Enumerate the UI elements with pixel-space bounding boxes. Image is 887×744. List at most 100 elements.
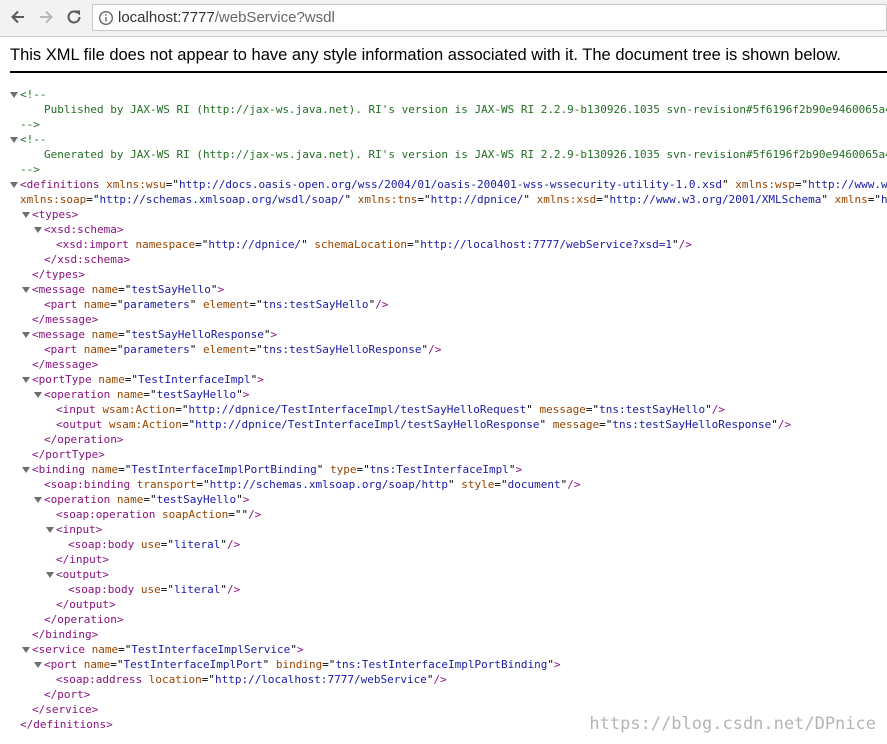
xml-attribute-value: http://localhost:7777/webService (214, 673, 427, 686)
xml-attribute-name: type (330, 463, 357, 476)
xml-punctuation (110, 388, 117, 401)
collapse-arrow-icon[interactable] (34, 227, 42, 233)
xml-line-content: <operation name="testSayHello"> (44, 387, 249, 402)
xml-comment: <!-- (20, 133, 47, 146)
xml-tag: <service (32, 643, 85, 656)
xml-tag: /> (567, 478, 581, 491)
xml-line: <operation name="testSayHello"> (0, 387, 887, 402)
xml-punctuation (134, 583, 141, 596)
xml-attribute-name: xmlns:xsd (536, 193, 597, 206)
collapse-arrow-icon[interactable] (34, 662, 42, 668)
xml-line-content: <service name="TestInterfaceImplService"… (32, 642, 304, 657)
collapse-arrow-icon[interactable] (46, 527, 54, 533)
xml-line: </input> (0, 552, 887, 567)
xml-attribute-value: http://dpnice/ (430, 193, 524, 206)
xml-punctuation: =" (417, 193, 431, 206)
xml-line: <types> (0, 207, 887, 222)
xml-attribute-value: parameters (123, 343, 190, 356)
xml-attribute-name: schemaLocation (314, 238, 408, 251)
xml-tag: > (242, 493, 250, 506)
collapse-arrow-icon[interactable] (34, 497, 42, 503)
xml-tag: <output (56, 418, 103, 431)
collapse-arrow-icon[interactable] (46, 572, 54, 578)
xml-line-content: <types> (32, 207, 78, 222)
collapse-arrow-icon[interactable] (22, 467, 30, 473)
xml-punctuation: =" (599, 418, 613, 431)
collapse-arrow-icon[interactable] (10, 92, 18, 98)
xml-tag: <operation (44, 388, 111, 401)
xml-line: <operation name="testSayHello"> (0, 492, 887, 507)
forward-button[interactable] (34, 5, 58, 29)
xml-attribute-value: TestInterfaceImplPortBinding (131, 463, 317, 476)
xml-punctuation: =" (118, 463, 132, 476)
xml-document-tree: <!-- Published by JAX-WS RI (http://jax-w… (0, 87, 887, 732)
xml-punctuation: " (220, 583, 227, 596)
address-bar[interactable]: localhost:7777/webService?wsdl (92, 4, 887, 31)
collapse-arrow-icon[interactable] (22, 332, 30, 338)
xml-line: <part name="parameters" element="tns:tes… (0, 297, 887, 312)
xml-line-content: Published by JAX-WS RI (http://jax-ws.ja… (44, 102, 887, 117)
xml-attribute-value: testSayHello (156, 388, 237, 401)
xml-tag: > (296, 643, 304, 656)
collapse-arrow-icon[interactable] (22, 212, 30, 218)
xml-punctuation (77, 658, 84, 671)
xml-line: <part name="parameters" element="tns:tes… (0, 342, 887, 357)
xml-line-content: <!-- (20, 132, 47, 147)
xml-tag: </types> (32, 268, 85, 281)
xml-line-content: </operation> (44, 432, 123, 447)
xml-tag: <soap:body (68, 538, 135, 551)
collapse-arrow-icon[interactable] (22, 647, 30, 653)
xml-attribute-value: tns:testSayHello (262, 298, 369, 311)
collapse-arrow-icon[interactable] (10, 182, 18, 188)
xml-attribute-name: use (140, 583, 161, 596)
xml-line: <input> (0, 522, 887, 537)
collapse-arrow-icon[interactable] (22, 287, 30, 293)
url-text[interactable]: localhost:7777/webService?wsdl (118, 9, 335, 26)
reload-button[interactable] (62, 5, 86, 29)
xml-punctuation: =" (249, 343, 263, 356)
xml-tag: <soap:operation (56, 508, 156, 521)
xml-attribute-value: TestInterfaceImplService (131, 643, 291, 656)
xml-line: <input wsam:Action="http://dpnice/TestIn… (0, 402, 887, 417)
back-button[interactable] (6, 5, 30, 29)
xml-tag: </output> (56, 598, 116, 611)
xml-comment: Generated by JAX-WS RI (http://jax-ws.ja… (44, 148, 887, 161)
watermark: https://blog.csdn.net/DPnice (589, 714, 876, 734)
xml-punctuation: =" (165, 178, 179, 191)
xml-punctuation: =" (596, 193, 610, 206)
xml-attribute-name: soapAction (161, 508, 229, 521)
collapse-arrow-icon[interactable] (34, 392, 42, 398)
xml-line: <definitions xmlns:wsu="http://docs.oasi… (0, 177, 887, 192)
collapse-arrow-icon[interactable] (22, 377, 30, 383)
xml-comment: --> (20, 118, 40, 131)
xml-punctuation (155, 508, 162, 521)
xml-tag: </definitions> (20, 718, 113, 731)
xml-attribute-name: wsam:Action (108, 418, 182, 431)
xml-line: <soap:binding transport="http://schemas.… (0, 477, 887, 492)
xml-punctuation (134, 538, 141, 551)
xml-line-content: <soap:operation soapAction=""/> (56, 507, 261, 522)
back-arrow-icon (11, 10, 24, 24)
xml-tag: </portType> (32, 448, 105, 461)
xml-tag: /> (226, 538, 241, 551)
xml-attribute-value: tns:testSayHelloResponse (612, 418, 772, 431)
xml-tag: /> (711, 403, 725, 416)
xml-tag: /> (248, 508, 262, 521)
xml-punctuation: =" (160, 583, 174, 596)
xml-punctuation: " (344, 193, 358, 206)
xml-attribute-value: http://www.w3.org/2001/XMLSchema (609, 193, 822, 206)
xml-tag: <soap:body (68, 583, 135, 596)
xml-punctuation (77, 343, 84, 356)
xml-line: <!-- (0, 87, 887, 102)
xml-tag: <part (44, 343, 78, 356)
xml-attribute-value: literal (173, 583, 221, 596)
xml-line-content: <!-- (20, 87, 47, 102)
xml-tag: > (242, 388, 250, 401)
xml-punctuation: =" (86, 193, 100, 206)
xml-attribute-name: transport (136, 478, 197, 491)
xml-line: <xsd:schema> (0, 222, 887, 237)
info-icon[interactable] (98, 10, 114, 26)
xml-tag: > (553, 658, 561, 671)
collapse-arrow-icon[interactable] (10, 137, 18, 143)
xml-attribute-name: element (202, 343, 250, 356)
